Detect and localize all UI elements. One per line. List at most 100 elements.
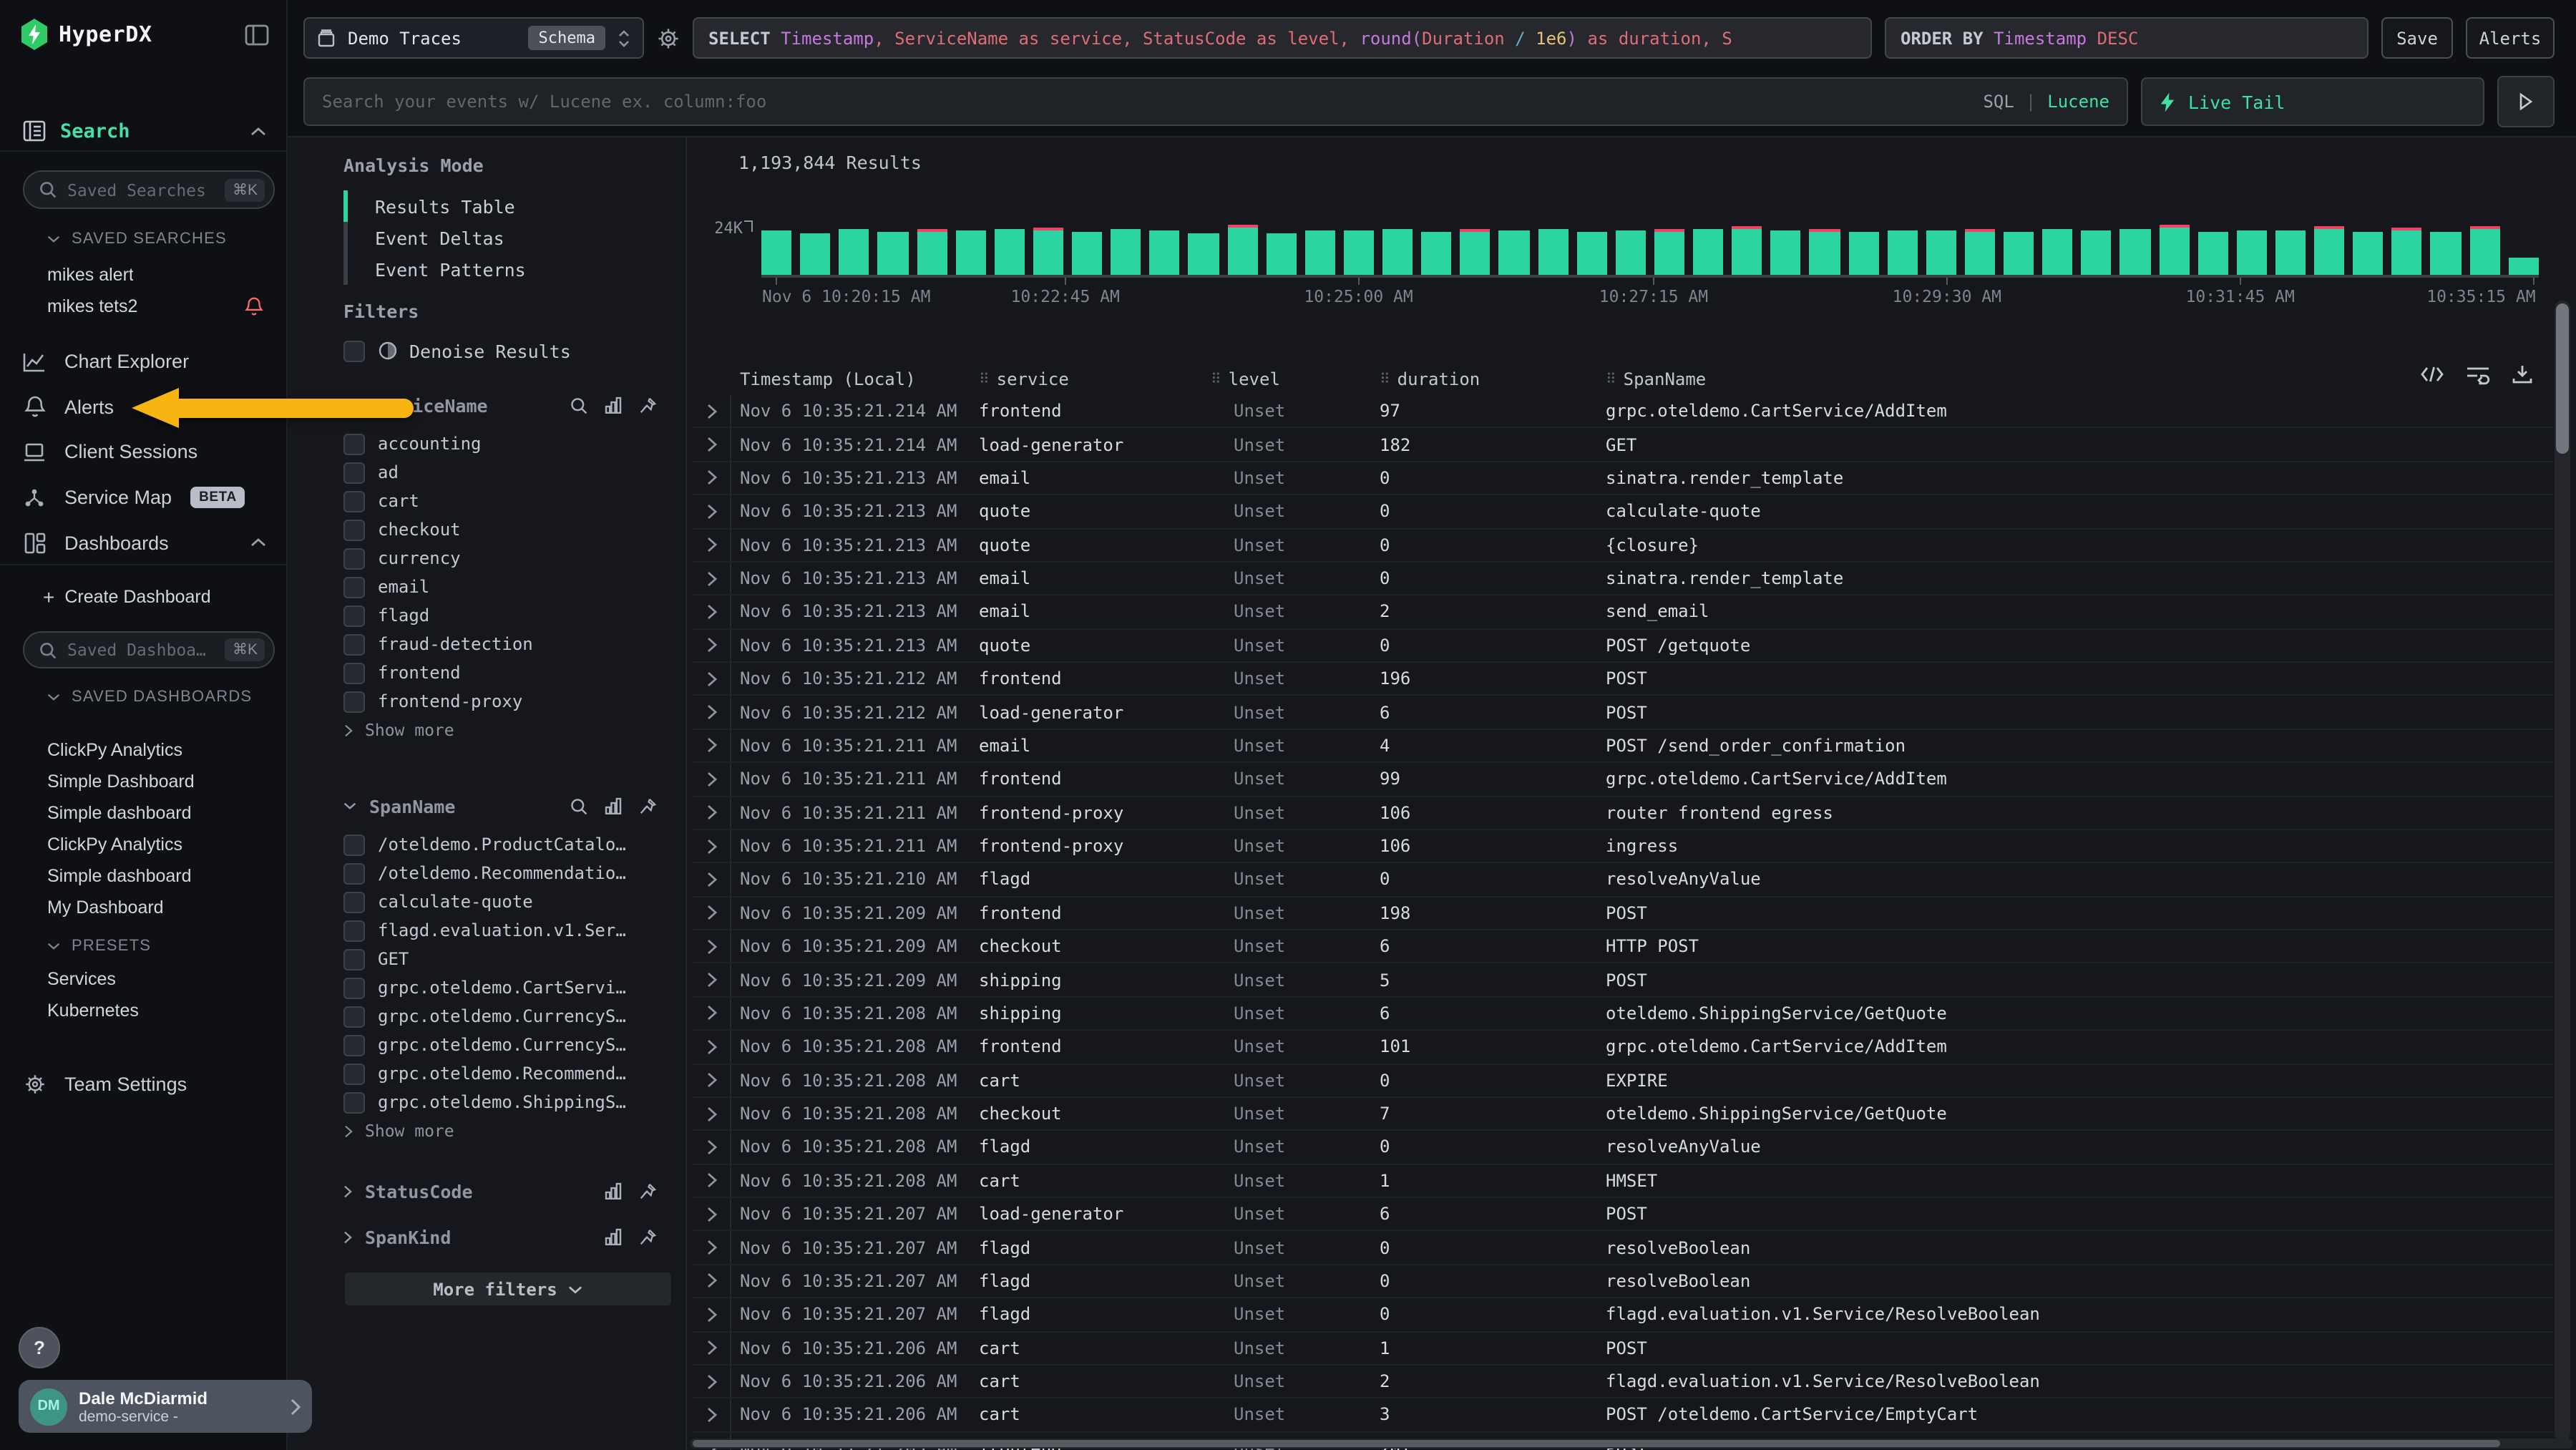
histogram-bar[interactable] (995, 229, 1025, 275)
filter-pin-icon[interactable] (638, 797, 657, 815)
sidebar-item-dashboards[interactable]: Dashboards (0, 520, 286, 565)
histogram-bar[interactable] (2431, 232, 2461, 275)
row-expand-chevron-icon[interactable] (693, 671, 730, 686)
row-expand-chevron-icon[interactable] (693, 972, 730, 988)
saved-dashboard-item[interactable]: ClickPy Analytics (47, 832, 272, 857)
filter-checkbox[interactable] (343, 1006, 365, 1027)
spanname-filter-item[interactable]: /oteldemo.Recommendatio… (343, 859, 657, 887)
row-expand-chevron-icon[interactable] (693, 1307, 730, 1323)
saved-dashboards-heading[interactable]: SAVED DASHBOARDS (47, 686, 252, 709)
header-spanname[interactable]: ⠿SpanName (1603, 369, 2553, 389)
saved-dashboard-item[interactable]: ClickPy Analytics (47, 737, 272, 763)
filter-checkbox[interactable] (343, 462, 365, 483)
histogram-bar[interactable] (1576, 232, 1606, 275)
filter-checkbox[interactable] (343, 1034, 365, 1056)
spanname-filter-item[interactable]: grpc.oteldemo.Recommend… (343, 1059, 657, 1088)
row-expand-chevron-icon[interactable] (693, 537, 730, 553)
row-expand-chevron-icon[interactable] (693, 872, 730, 887)
row-expand-chevron-icon[interactable] (693, 604, 730, 620)
download-icon[interactable] (2512, 364, 2533, 385)
histogram-bar[interactable] (1499, 230, 1529, 275)
table-row[interactable]: Nov 6 10:35:21.208 AMfrontendUnset101grp… (693, 1031, 2553, 1064)
create-dashboard-button[interactable]: + Create Dashboard (43, 584, 211, 610)
histogram-bar[interactable] (2469, 226, 2499, 275)
order-by-input[interactable]: ORDER BY Timestamp DESC (1885, 17, 2368, 59)
source-select[interactable]: Demo Traces Schema (303, 17, 644, 59)
histogram-bar[interactable] (917, 229, 947, 275)
horizontal-scrollbar[interactable] (690, 1439, 2573, 1449)
row-expand-chevron-icon[interactable] (693, 1106, 730, 1121)
row-expand-chevron-icon[interactable] (693, 1173, 730, 1189)
filter-checkbox[interactable] (343, 920, 365, 941)
filter-checkbox[interactable] (343, 977, 365, 998)
table-row[interactable]: Nov 6 10:35:21.207 AMload-generatorUnset… (693, 1198, 2553, 1232)
row-expand-chevron-icon[interactable] (693, 1407, 730, 1423)
servicename-filter-item[interactable]: accounting (343, 429, 657, 458)
user-menu[interactable]: DM Dale McDiarmid demo-service - (19, 1380, 312, 1433)
spanname-filter-item[interactable]: grpc.oteldemo.ShippingS… (343, 1088, 657, 1116)
table-row[interactable]: Nov 6 10:35:21.206 AMcartUnset3POST /ote… (693, 1399, 2553, 1433)
servicename-filter-item[interactable]: frontend-proxy (343, 687, 657, 716)
histogram-bar[interactable] (1926, 230, 1956, 275)
saved-dashboard-item[interactable]: Simple dashboard (47, 800, 272, 826)
servicename-filter-item[interactable]: fraud-detection (343, 630, 657, 658)
filter-pin-icon[interactable] (638, 1182, 657, 1200)
filter-checkbox[interactable] (343, 433, 365, 454)
preset-dashboard-item[interactable]: Kubernetes (47, 998, 272, 1023)
table-row[interactable]: Nov 6 10:35:21.209 AMshippingUnset5POST (693, 964, 2553, 998)
histogram-bar[interactable] (1616, 230, 1646, 275)
header-level[interactable]: ⠿level (1208, 369, 1377, 389)
row-expand-chevron-icon[interactable] (693, 403, 730, 419)
filter-group-spankind[interactable]: SpanKind (343, 1222, 657, 1251)
table-row[interactable]: Nov 6 10:35:21.208 AMcartUnset1HMSET (693, 1164, 2553, 1198)
histogram-bar[interactable] (1382, 229, 1413, 275)
table-row[interactable]: Nov 6 10:35:21.208 AMcartUnset0EXPIRE (693, 1064, 2553, 1098)
row-expand-chevron-icon[interactable] (693, 638, 730, 653)
analysis-mode-event-deltas[interactable]: Event Deltas (343, 222, 657, 253)
spanname-filter-item[interactable]: grpc.oteldemo.CartServi… (343, 973, 657, 1002)
text-wrap-icon[interactable] (2466, 364, 2490, 384)
table-row[interactable]: Nov 6 10:35:21.211 AMfrontend-proxyUnset… (693, 830, 2553, 864)
histogram-bar[interactable] (1421, 232, 1451, 275)
filter-checkbox[interactable] (343, 691, 365, 712)
filter-pin-icon[interactable] (638, 396, 657, 414)
preset-dashboard-item[interactable]: Services (47, 966, 272, 992)
filter-checkbox[interactable] (343, 633, 365, 655)
spanname-show-more[interactable]: Show more (343, 1116, 657, 1145)
filter-checkbox[interactable] (343, 1063, 365, 1084)
histogram-bar[interactable] (761, 230, 791, 275)
histogram-bar[interactable] (1848, 232, 1878, 275)
row-expand-chevron-icon[interactable] (693, 470, 730, 486)
histogram-bar[interactable] (2508, 258, 2538, 275)
row-expand-chevron-icon[interactable] (693, 704, 730, 720)
row-expand-chevron-icon[interactable] (693, 1206, 730, 1222)
filter-pin-icon[interactable] (638, 1227, 657, 1246)
denoise-results-option[interactable]: Denoise Results (343, 336, 657, 365)
histogram-bar[interactable] (1305, 230, 1335, 275)
sidebar-item-search[interactable]: Search (0, 112, 286, 150)
filter-checkbox[interactable] (343, 834, 365, 855)
servicename-filter-item[interactable]: ad (343, 458, 657, 487)
saved-dashboards-input[interactable]: Saved Dashboards ⌘K (23, 631, 275, 668)
table-row[interactable]: Nov 6 10:35:21.211 AMfrontend-proxyUnset… (693, 797, 2553, 830)
histogram-bar[interactable] (2392, 228, 2422, 275)
presets-heading[interactable]: PRESETS (47, 935, 151, 958)
row-expand-chevron-icon[interactable] (693, 1072, 730, 1088)
servicename-filter-item[interactable]: email (343, 573, 657, 601)
sidebar-item-service-map[interactable]: Service Map BETA (0, 475, 286, 520)
table-row[interactable]: Nov 6 10:35:21.213 AMquoteUnset0POST /ge… (693, 629, 2553, 663)
spanname-filter-item[interactable]: calculate-quote (343, 887, 657, 916)
filter-chart-icon[interactable] (604, 1182, 623, 1200)
row-expand-chevron-icon[interactable] (693, 838, 730, 854)
vertical-scrollbar[interactable] (2555, 301, 2570, 1441)
more-filters-button[interactable]: More filters (345, 1273, 671, 1305)
histogram-bar[interactable] (1460, 229, 1491, 275)
table-row[interactable]: Nov 6 10:35:21.207 AMflagdUnset0resolveB… (693, 1265, 2553, 1299)
histogram-bar[interactable] (1111, 229, 1141, 275)
table-row[interactable]: Nov 6 10:35:21.213 AMquoteUnset0{closure… (693, 529, 2553, 563)
view-code-icon[interactable] (2420, 365, 2444, 384)
filter-chart-icon[interactable] (604, 797, 623, 814)
histogram-bar[interactable] (2353, 232, 2383, 275)
saved-searches-input[interactable]: Saved Searches ⌘K (23, 170, 275, 209)
table-row[interactable]: Nov 6 10:35:21.209 AMfrontendUnset198POS… (693, 897, 2553, 930)
